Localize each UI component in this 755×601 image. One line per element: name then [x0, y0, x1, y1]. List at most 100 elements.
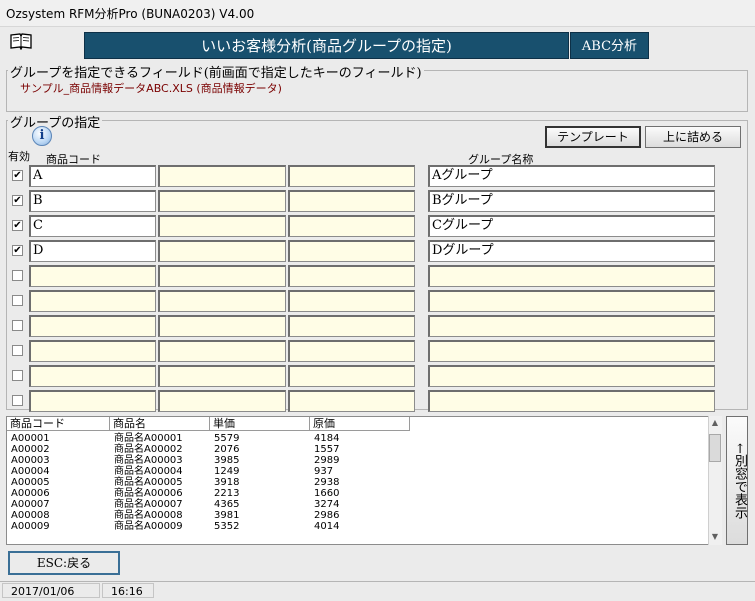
code-field-3[interactable] — [288, 390, 415, 412]
list-cell: 5352 — [214, 521, 240, 532]
window-title: Ozsystem RFM分析Pro (BUNA0203) V4.00 — [6, 7, 255, 21]
code-field-2[interactable] — [158, 190, 286, 212]
list-cell: 商品名A00004 — [114, 466, 183, 477]
scroll-thumb[interactable] — [709, 434, 721, 462]
list-cell: 3918 — [214, 477, 240, 488]
enabled-checkbox[interactable]: ✔ — [12, 245, 23, 256]
list-cell: A00001 — [11, 433, 50, 444]
code-field-3[interactable] — [288, 365, 415, 387]
code-field-2[interactable] — [158, 290, 286, 312]
code-field-2[interactable] — [158, 215, 286, 237]
scroll-down-icon[interactable]: ▼ — [708, 531, 722, 543]
shift-up-button[interactable]: 上に詰める — [645, 126, 741, 148]
list-cell: 4014 — [314, 521, 340, 532]
code-field-3[interactable] — [288, 215, 415, 237]
group-name-field[interactable]: Bグループ — [428, 190, 715, 212]
enabled-checkbox[interactable] — [12, 270, 23, 281]
list-cell: A00003 — [11, 455, 50, 466]
enabled-checkbox[interactable]: ✔ — [12, 170, 23, 181]
code-field-2[interactable] — [158, 315, 286, 337]
list-cell: 商品名A00003 — [114, 455, 183, 466]
code-field-3[interactable] — [288, 315, 415, 337]
code-field-1[interactable]: D — [29, 240, 156, 262]
code-field-2[interactable] — [158, 240, 286, 262]
enabled-checkbox[interactable] — [12, 395, 23, 406]
list-cell: 1660 — [314, 488, 340, 499]
code-field-3[interactable] — [288, 290, 415, 312]
group-name-field[interactable] — [428, 315, 715, 337]
code-field-3[interactable] — [288, 265, 415, 287]
status-time: 16:16 — [102, 583, 154, 598]
list-cell: 4184 — [314, 433, 340, 444]
list-cell: 5579 — [214, 433, 240, 444]
product-list[interactable]: 商品コード 商品名 単価 原価 A00001 商品名A00001 5579 4184 A… — [6, 416, 722, 545]
code-field-1[interactable] — [29, 390, 156, 412]
code-field-3[interactable] — [288, 240, 415, 262]
code-field-2[interactable] — [158, 390, 286, 412]
group-name-field[interactable] — [428, 390, 715, 412]
col-header-enabled: 有効 — [8, 150, 30, 163]
list-col-price[interactable]: 単価 — [210, 417, 310, 431]
code-field-1[interactable] — [29, 365, 156, 387]
list-cell: 937 — [314, 466, 334, 477]
list-cell: 商品名A00009 — [114, 521, 183, 532]
template-button[interactable]: テンプレート — [545, 126, 641, 148]
enabled-checkbox[interactable]: ✔ — [12, 195, 23, 206]
status-date: 2017/01/06 — [2, 583, 100, 598]
group-name-field[interactable] — [428, 265, 715, 287]
group-name-field[interactable] — [428, 290, 715, 312]
enabled-checkbox[interactable] — [12, 295, 23, 306]
group-name-field[interactable] — [428, 340, 715, 362]
list-col-code[interactable]: 商品コード — [7, 417, 110, 431]
list-cell: 3274 — [314, 499, 340, 510]
code-field-1[interactable]: B — [29, 190, 156, 212]
code-field-2[interactable] — [158, 165, 286, 187]
open-in-window-button[interactable]: ←別窓で表示 — [726, 416, 748, 545]
list-cell: A00009 — [11, 521, 50, 532]
group-name-field[interactable]: Aグループ — [428, 165, 715, 187]
code-field-1[interactable] — [29, 315, 156, 337]
book-icon[interactable] — [10, 32, 32, 50]
scroll-up-icon[interactable]: ▲ — [708, 417, 722, 429]
list-cell: 商品名A00002 — [114, 444, 183, 455]
list-cell: 4365 — [214, 499, 240, 510]
code-field-1[interactable] — [29, 290, 156, 312]
field-section-legend: グループを指定できるフィールド(前画面で指定したキーのフィールド) — [8, 62, 424, 81]
group-name-field[interactable] — [428, 365, 715, 387]
code-field-1[interactable]: A — [29, 165, 156, 187]
list-cell: 商品名A00005 — [114, 477, 183, 488]
code-field-2[interactable] — [158, 340, 286, 362]
list-cell: 2986 — [314, 510, 340, 521]
list-cell: A00005 — [11, 477, 50, 488]
code-field-2[interactable] — [158, 365, 286, 387]
list-cell: 3985 — [214, 455, 240, 466]
enabled-checkbox[interactable]: ✔ — [12, 220, 23, 231]
esc-back-button[interactable]: ESC:戻る — [8, 551, 120, 575]
code-field-3[interactable] — [288, 190, 415, 212]
list-cell: 商品名A00006 — [114, 488, 183, 499]
window-title-bar: Ozsystem RFM分析Pro (BUNA0203) V4.00 — [0, 0, 755, 27]
info-icon[interactable]: i — [32, 126, 52, 146]
code-field-1[interactable] — [29, 340, 156, 362]
abc-analysis-button[interactable]: ABC分析 — [570, 32, 649, 59]
list-cell: A00006 — [11, 488, 50, 499]
list-cell: 商品名A00007 — [114, 499, 183, 510]
code-field-2[interactable] — [158, 265, 286, 287]
page-title: いいお客様分析(商品グループの指定) — [84, 32, 569, 59]
code-field-3[interactable] — [288, 340, 415, 362]
group-name-field[interactable]: Dグループ — [428, 240, 715, 262]
code-field-1[interactable]: C — [29, 215, 156, 237]
group-name-field[interactable]: Cグループ — [428, 215, 715, 237]
enabled-checkbox[interactable] — [12, 370, 23, 381]
list-col-name[interactable]: 商品名 — [110, 417, 210, 431]
enabled-checkbox[interactable] — [12, 320, 23, 331]
list-col-cost[interactable]: 原価 — [310, 417, 410, 431]
code-field-1[interactable] — [29, 265, 156, 287]
enabled-checkbox[interactable] — [12, 345, 23, 356]
group-section-legend: グループの指定 — [8, 112, 103, 131]
list-cell: 2213 — [214, 488, 240, 499]
list-cell: 2989 — [314, 455, 340, 466]
code-field-3[interactable] — [288, 165, 415, 187]
list-cell: 商品名A00008 — [114, 510, 183, 521]
list-cell: 1249 — [214, 466, 240, 477]
